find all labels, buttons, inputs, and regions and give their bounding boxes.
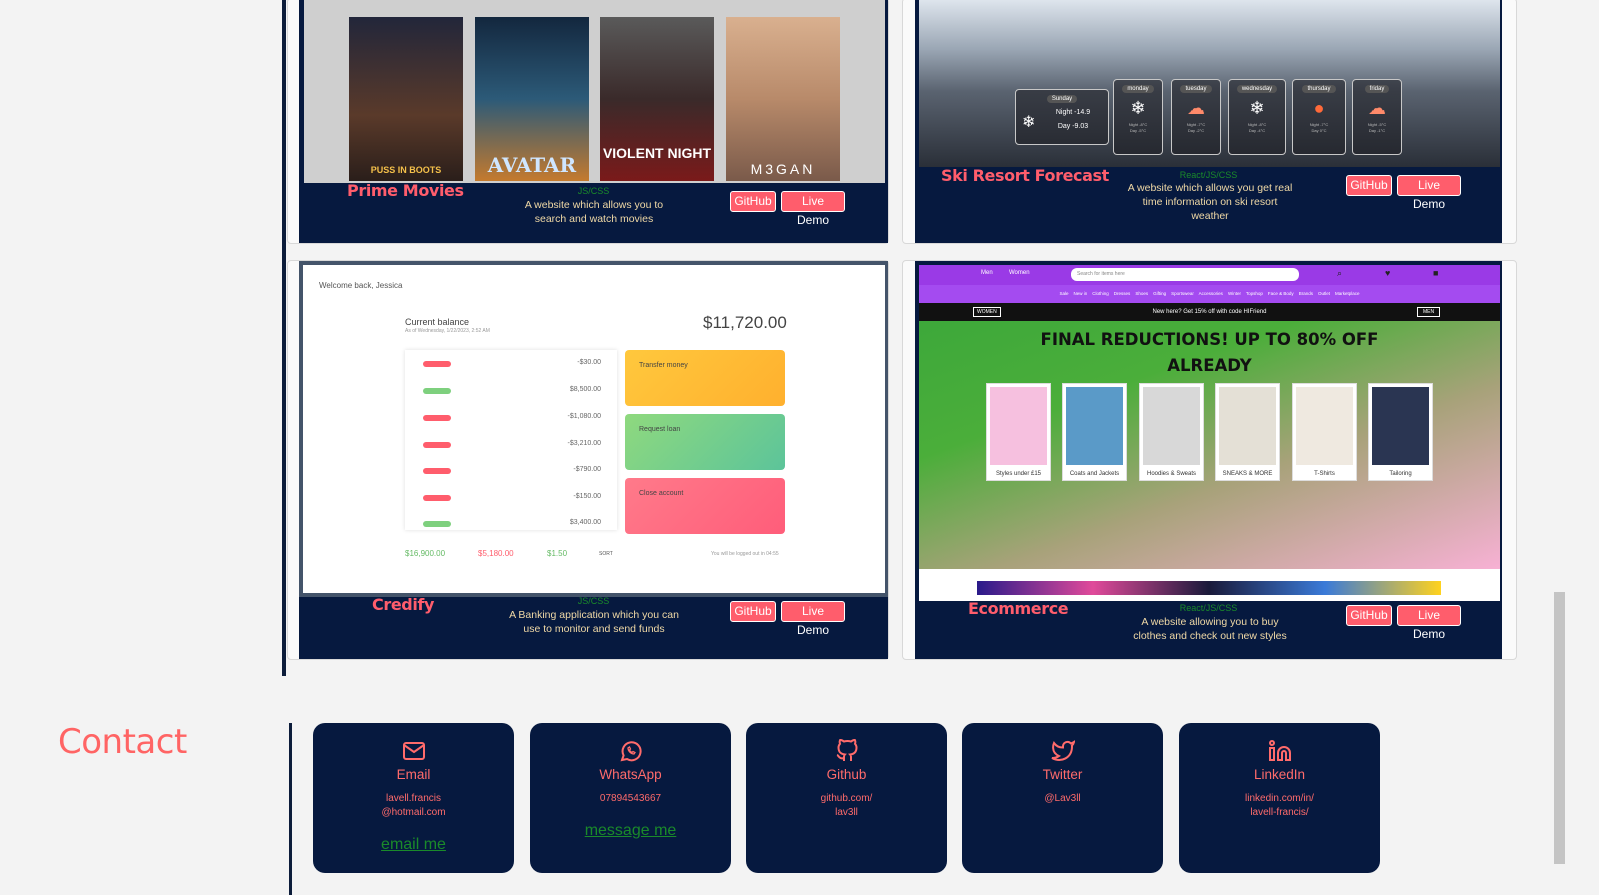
- request-loan-tile: Request loan: [625, 414, 785, 470]
- message-me-link[interactable]: message me: [530, 822, 731, 840]
- github-button[interactable]: GitHub: [730, 601, 776, 622]
- movement-row: -$1,080.00: [423, 410, 601, 428]
- contact-label: LinkedIn: [1253, 767, 1306, 782]
- summary-interest: $1.50: [547, 549, 568, 558]
- movement-row: -$790.00: [423, 463, 601, 481]
- shop-categories: Sale New in Clothing Dresses Shoes Gifti…: [919, 285, 1500, 303]
- cloud-sun-icon: ☁: [1187, 98, 1205, 118]
- live-demo-button[interactable]: Live Demo: [781, 601, 845, 637]
- linkedin-icon: [1179, 739, 1380, 763]
- contact-card-linkedin: LinkedIn linkedin.com/in/lavell-francis/: [1179, 723, 1380, 873]
- shop-search-input[interactable]: Search for items here: [1071, 268, 1299, 281]
- movement-row: $8,500.00: [423, 383, 601, 401]
- project-card-prime-movies: PUSS IN BOOTS AVATAR VIOLENT NIGHT M3GAN…: [287, 0, 889, 244]
- project-description: A Banking application which you can use …: [509, 609, 679, 635]
- movement-row: $3,400.00: [423, 516, 601, 534]
- sale-banner: FINAL REDUCTIONS! UP TO 80% OFF ALREADY …: [919, 321, 1500, 569]
- email-me-link[interactable]: email me: [313, 836, 514, 854]
- movement-row: -$30.00: [423, 356, 601, 374]
- live-demo-button[interactable]: Live Demo: [781, 191, 845, 227]
- forecast-day: monday ❄ Night -8°C Day -5°C: [1113, 79, 1163, 155]
- heart-icon: ♥: [1385, 268, 1391, 278]
- sun-icon: ●: [1313, 98, 1325, 118]
- shop-header: Men Women Search for items here ⌕ ♥ ■: [919, 265, 1500, 285]
- contact-value: linkedin.com/in/lavell-francis/: [1245, 793, 1314, 818]
- bank-welcome: Welcome back, Jessica: [319, 281, 403, 290]
- summary-in: $16,900.00: [405, 549, 446, 558]
- contact-card-email: Email lavell.francis @hotmail.com email m…: [313, 723, 514, 873]
- project-screenshot: PUSS IN BOOTS AVATAR VIOLENT NIGHT M3GAN: [304, 0, 885, 183]
- github-icon: [746, 738, 947, 763]
- movie-poster: AVATAR: [475, 17, 589, 181]
- close-account-tile: Close account: [625, 478, 785, 534]
- project-description: A website allowing you to buy clothes an…: [1133, 616, 1287, 642]
- summary-out: $5,180.00: [478, 549, 514, 558]
- bank-movements: -$30.00 $8,500.00 -$1,080.00 -$3,210.00 …: [405, 350, 617, 530]
- sort-button: SORT: [599, 551, 613, 557]
- contact-label: Twitter: [1042, 767, 1083, 782]
- project-screenshot: Sunday ❄ Night -14.9 Day -9.03 monday ❄ …: [919, 0, 1500, 167]
- product-tile: Tailoring: [1368, 383, 1433, 481]
- forecast-day: tuesday ☁ Night -7°C Day -2°C: [1171, 79, 1221, 155]
- forecast-today: Sunday ❄ Night -14.9 Day -9.03: [1015, 89, 1109, 145]
- product-tile: SNEAKS & MORE: [1215, 383, 1280, 481]
- movement-row: -$3,210.00: [423, 437, 601, 455]
- contact-card-github: Github github.com/lav3ll: [746, 723, 947, 873]
- live-demo-button[interactable]: Live Demo: [1397, 175, 1461, 211]
- product-tile: Hoodies & Sweats: [1139, 383, 1204, 481]
- logout-timer: You will be logged out in 04:55: [711, 551, 779, 557]
- contact-label: Github: [826, 767, 867, 782]
- project-card-ecommerce: Men Women Search for items here ⌕ ♥ ■ Sa…: [902, 260, 1517, 660]
- snowflake-icon: ❄: [1130, 98, 1146, 118]
- bag-icon: ■: [1433, 268, 1439, 278]
- snowflake-icon: ❄: [1249, 98, 1265, 118]
- bank-balance: $11,720.00: [703, 313, 787, 332]
- movie-poster: M3GAN: [726, 17, 840, 181]
- contact-value: @Lav3ll: [1044, 793, 1081, 804]
- product-tile: Coats and Jackets: [1062, 383, 1127, 481]
- forecast-day: thursday ● Night -7°C Day 0°C: [1292, 79, 1346, 155]
- contact-label: WhatsApp: [599, 767, 662, 782]
- movie-poster: PUSS IN BOOTS: [349, 17, 463, 181]
- bank-balance-date: As of Wednesday, 1/22/2023, 2:52 AM: [405, 328, 490, 334]
- scrollbar-thumb[interactable]: [1554, 592, 1565, 864]
- project-card-credify: Welcome back, Jessica Current balance As…: [287, 260, 889, 660]
- cloud-sun-icon: ☁: [1368, 98, 1386, 118]
- search-icon: ⌕: [1337, 268, 1343, 278]
- twitter-icon: [962, 739, 1163, 763]
- project-card-ski-resort: Sunday ❄ Night -14.9 Day -9.03 monday ❄ …: [902, 0, 1517, 244]
- contact-value: 07894543667: [599, 793, 662, 804]
- github-button[interactable]: GitHub: [730, 191, 776, 212]
- contact-divider: [289, 723, 292, 895]
- bank-balance-label: Current balance: [405, 317, 470, 327]
- live-demo-button[interactable]: Live Demo: [1397, 605, 1461, 641]
- project-screenshot: Men Women Search for items here ⌕ ♥ ■ Sa…: [919, 265, 1500, 601]
- whatsapp-icon: [530, 739, 731, 763]
- promo-bar: WOMEN New here? Get 15% off with code HI…: [919, 303, 1500, 321]
- product-tile: Styles under £15: [986, 383, 1051, 481]
- contact-card-twitter: Twitter @Lav3ll: [962, 723, 1163, 873]
- transfer-money-tile: Transfer money: [625, 350, 785, 406]
- product-tile: T-Shirts: [1292, 383, 1357, 481]
- contact-value: github.com/lav3ll: [820, 793, 873, 818]
- forecast-day: friday ☁ Night -5°C Day -1°C: [1352, 79, 1402, 155]
- contact-card-whatsapp: WhatsApp 07894543667 message me: [530, 723, 731, 873]
- promo-strip: [977, 581, 1441, 595]
- contact-label: Email: [396, 767, 431, 782]
- project-description: A website which allows you get real time…: [1127, 182, 1293, 222]
- project-screenshot: Welcome back, Jessica Current balance As…: [299, 261, 888, 597]
- github-button[interactable]: GitHub: [1346, 175, 1392, 196]
- projects-divider: [282, 0, 286, 676]
- contact-heading: Contact: [58, 722, 187, 762]
- contact-value: lavell.francis @hotmail.com: [381, 793, 446, 818]
- movie-poster: VIOLENT NIGHT: [600, 17, 714, 181]
- forecast-day: wednesday ❄ Night -8°C Day -4°C: [1228, 79, 1286, 155]
- project-description: A website which allows you to search and…: [524, 199, 664, 225]
- movement-row: -$150.00: [423, 490, 601, 508]
- mail-icon: [313, 739, 514, 763]
- snowflake-icon: ❄: [1022, 114, 1036, 131]
- github-button[interactable]: GitHub: [1346, 605, 1392, 626]
